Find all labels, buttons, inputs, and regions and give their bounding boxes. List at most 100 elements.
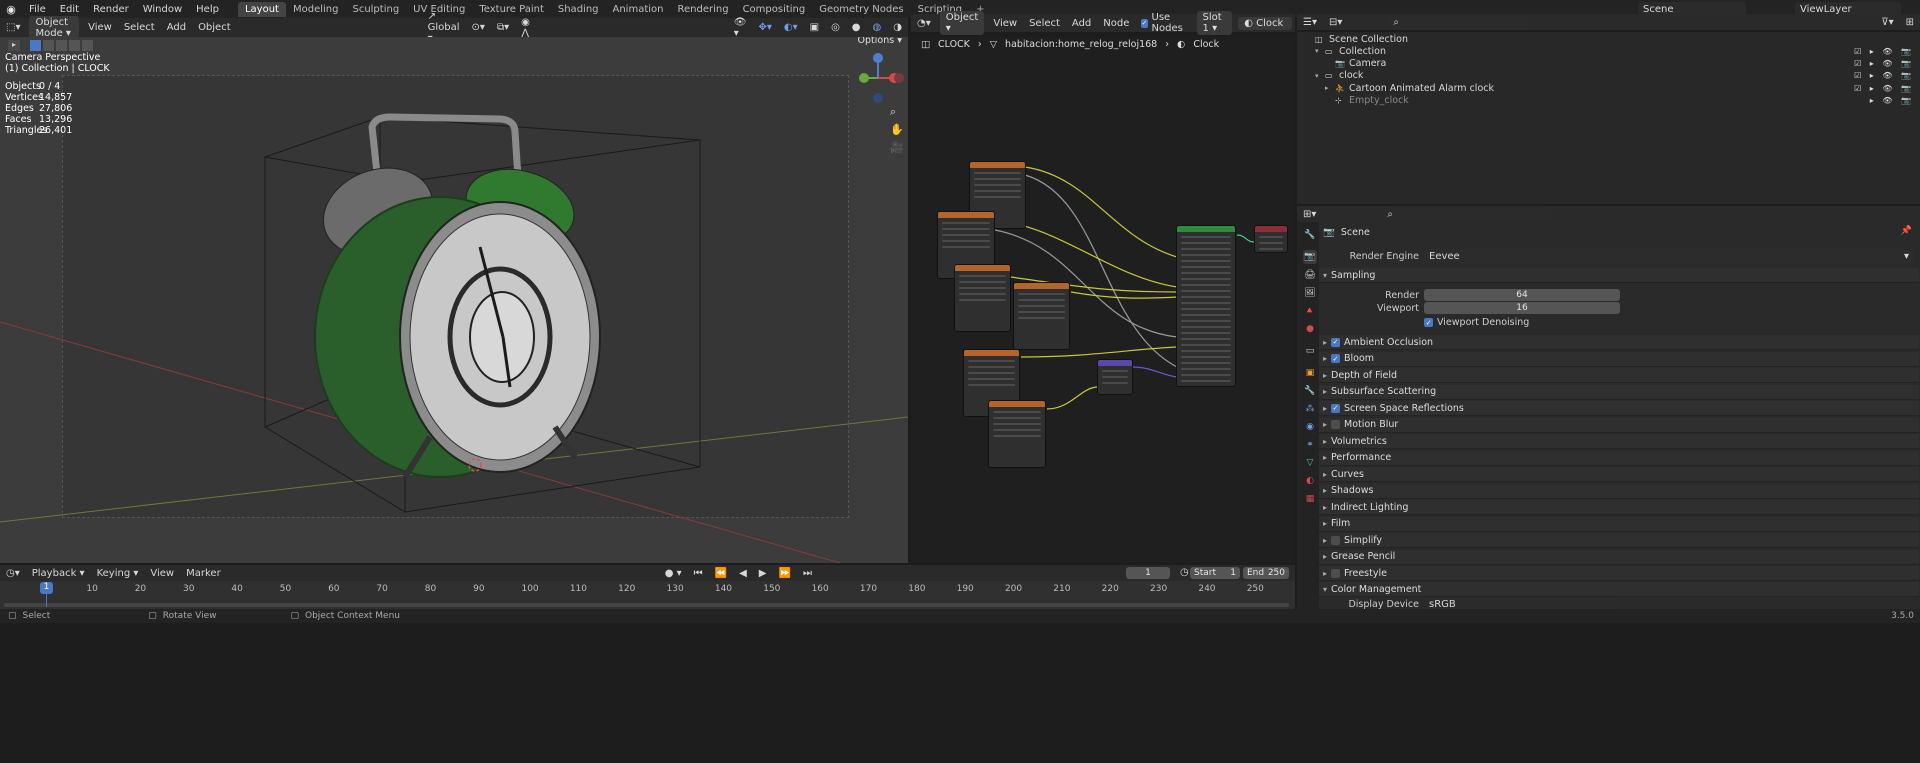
panel-film[interactable]: ▸ Film [1319,516,1919,532]
menu-edit[interactable]: Edit [53,4,86,15]
record-icon[interactable]: ● ▾ [659,568,688,579]
physics-tab-icon[interactable]: ◉ [1303,420,1317,434]
panel-enable-checkbox[interactable] [1331,568,1340,578]
normal-map-node[interactable] [1097,359,1133,395]
image-texture-node-4[interactable] [1013,282,1070,350]
scene-tab-icon[interactable]: 🔺 [1303,304,1317,318]
menu-file[interactable]: File [22,4,53,15]
play-reverse-icon[interactable]: ◀ [733,568,753,579]
world-tab-icon[interactable]: ● [1303,322,1317,336]
tl-menu-playback[interactable]: Playback ▾ [26,568,91,579]
panel-subsurface-scattering[interactable]: ▸ Subsurface Scattering [1319,384,1919,400]
panel-enable-checkbox[interactable]: ✓ [1331,337,1340,347]
tool-tab-icon[interactable]: 🔧 [1303,228,1317,242]
material-dropdown[interactable]: ◐ Clock [1238,16,1292,30]
tab-shading[interactable]: Shading [551,2,606,17]
outliner-row-scene-collection[interactable]: ◫ Scene Collection [1297,33,1920,45]
output-tab-icon[interactable]: 🖨 [1303,268,1317,282]
slot-dropdown[interactable]: Slot 1 ▾ [1196,11,1233,35]
chevron-icon[interactable]: ▸ [1325,84,1335,92]
viewport-samples-field[interactable]: 16 [1424,302,1620,314]
jump-start-icon[interactable]: ⏮ [688,568,709,579]
visibility-icon[interactable]: 👁▾ [728,17,753,39]
editor-type-icon[interactable]: ⬚▾ [0,22,26,33]
node-type-dropdown[interactable]: Object ▾ [939,11,985,35]
pin-icon[interactable]: 📌 [1901,226,1912,236]
viewport-denoising-checkbox[interactable]: ✓ [1424,318,1433,327]
next-key-icon[interactable]: ⏩ [772,568,796,579]
tab-rendering[interactable]: Rendering [670,2,735,17]
panel-shadows[interactable]: ▸ Shadows [1319,483,1919,499]
panel-indirect-lighting[interactable]: ▸ Indirect Lighting [1319,500,1919,515]
outliner-row-empty-clock[interactable]: ⊹ Empty_clock ▸ 👁 📷 [1297,95,1920,107]
tab-geometry-nodes[interactable]: Geometry Nodes [812,2,910,17]
tab-sculpting[interactable]: Sculpting [345,2,406,17]
panel-enable-checkbox[interactable] [1331,535,1340,545]
current-frame-field[interactable]: 1 [1126,567,1170,579]
node-editor-type-icon[interactable]: ◔▾ [911,18,937,29]
prev-key-icon[interactable]: ⏪ [709,568,733,579]
outliner-editor-type-icon[interactable]: ☰▾ [1297,17,1323,28]
shading-solid-icon[interactable]: ● [846,22,867,33]
mode-dropdown[interactable]: Object Mode ▾ [29,15,80,40]
render-tab-icon[interactable]: 📷 [1303,250,1317,264]
tab-modeling[interactable]: Modeling [286,2,346,17]
use-nodes-toggle[interactable]: ✓ Use Nodes [1135,12,1193,34]
panel-curves[interactable]: ▸ Curves [1319,467,1919,482]
tab-compositing[interactable]: Compositing [736,2,813,17]
vp-menu-select[interactable]: Select [118,22,161,33]
tab-animation[interactable]: Animation [606,2,671,17]
shading-material-icon[interactable]: ◍ [867,22,888,33]
visibility-toggles[interactable]: ▸ 👁 📷 [1870,96,1914,105]
properties[interactable]: 🔧 📷 🖨 🖼 🔺 ● ▭ ▣ 🔧 ⁂ ◉ ⚭ ▽ ◐ ▦ 📷 Scene 📌 … [1297,222,1920,609]
render-engine-dropdown[interactable]: Eevee ▾ [1424,249,1914,263]
gizmo-icon[interactable]: ✥▾ [752,22,777,33]
panel-depth-of-field[interactable]: ▸ Depth of Field [1319,368,1919,383]
jump-end-icon[interactable]: ⏭ [797,568,818,579]
filter-icon[interactable]: ⊽▾ [1875,17,1899,28]
properties-editor-type-icon[interactable]: ⊞▾ [1297,209,1322,220]
modifier-tab-icon[interactable]: 🔧 [1303,384,1317,398]
outliner-row-collection[interactable]: ▾ ▭ Collection ☑ ▸ 👁 📷 [1297,45,1920,57]
object-tab-icon[interactable]: ▣ [1303,366,1317,380]
display-mode-icon[interactable]: ⊟▾ [1323,17,1348,28]
panel-ambient-occlusion[interactable]: ▸ ✓ Ambient Occlusion [1319,335,1919,350]
timeline-scrollbar[interactable] [4,603,1289,607]
material-output-node[interactable] [1254,225,1288,253]
vp-menu-view[interactable]: View [82,22,118,33]
image-texture-node-6[interactable] [988,400,1046,468]
visibility-toggles[interactable]: ☑ ▸ 👁 📷 [1854,47,1914,56]
texture-tab-icon[interactable]: ▦ [1303,492,1317,506]
outliner[interactable]: ◫ Scene Collection ▾ ▭ Collection ☑ ▸ 👁 📷 📷 Cam… [1297,32,1920,204]
shading-rendered-icon[interactable]: ◑ [887,22,908,33]
camera-view-icon[interactable]: 🎥 [890,141,904,154]
tl-menu-keying[interactable]: Keying ▾ [91,568,145,579]
panel-volumetrics[interactable]: ▸ Volumetrics [1319,434,1919,449]
proportional-icon[interactable]: ◉ ⋀ [515,17,538,39]
shading-wire-icon[interactable]: ◎ [825,22,846,33]
menu-render[interactable]: Render [86,4,136,15]
playhead[interactable]: 1 [40,582,53,594]
use-nodes-checkbox[interactable]: ✓ [1141,18,1148,28]
outliner-row-clock-collection[interactable]: ▾ ▭ clock ☑ ▸ 👁 📷 [1297,70,1920,82]
panel-bloom[interactable]: ▸ ✓ Bloom [1319,351,1919,367]
principled-bsdf-node[interactable] [1176,225,1236,387]
panel-motion-blur[interactable]: ▸ Motion Blur [1319,417,1919,433]
zoom-icon[interactable]: ⌕ [890,105,896,119]
play-icon[interactable]: ▶ [753,568,773,579]
new-collection-icon[interactable]: ⊞ [1900,17,1920,28]
panel-color-management[interactable]: ▾ Color Management [1319,582,1919,597]
panel-grease-pencil[interactable]: ▸ Grease Pencil [1319,549,1919,565]
panel-simplify[interactable]: ▸ Simplify [1319,533,1919,548]
chevron-icon[interactable]: ▾ [1315,72,1325,80]
constraint-tab-icon[interactable]: ⚭ [1303,438,1317,452]
display-device-dropdown[interactable]: sRGB [1424,599,1620,609]
blender-logo-icon[interactable]: ◉ [0,3,22,16]
start-frame-field[interactable]: Start 1 [1190,567,1240,579]
visibility-toggles[interactable]: ☑ ▸ 👁 📷 [1854,59,1914,68]
overlay-icon[interactable]: ◐▾ [778,22,804,33]
data-tab-icon[interactable]: ▽ [1303,456,1317,470]
outliner-row-camera[interactable]: 📷 Camera ☑ ▸ 👁 📷 [1297,58,1920,70]
tab-layout[interactable]: Layout [237,1,286,17]
view-layer-tab-icon[interactable]: 🖼 [1303,286,1317,300]
